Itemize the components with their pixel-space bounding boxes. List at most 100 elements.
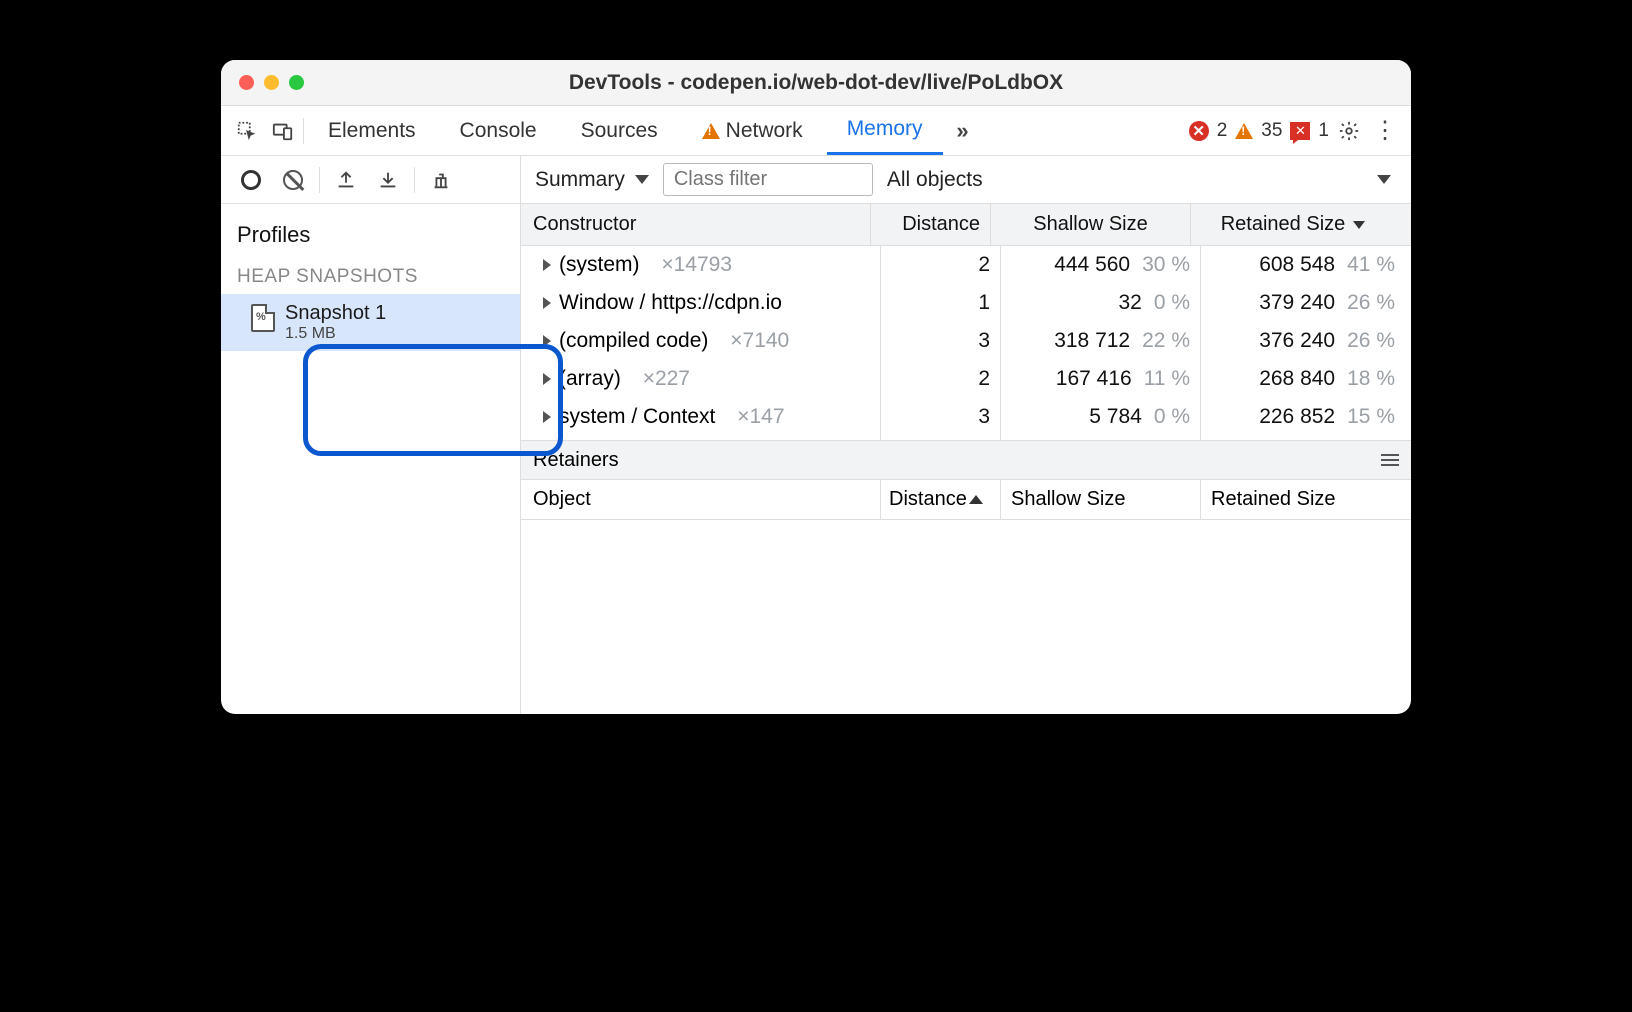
sort-desc-icon (1353, 221, 1365, 229)
chevron-down-icon[interactable] (1377, 175, 1391, 184)
expand-icon[interactable] (543, 297, 551, 309)
device-toggle-icon[interactable] (267, 115, 299, 147)
tab-console[interactable]: Console (440, 106, 557, 155)
warning-icon (1235, 123, 1253, 139)
shallow-pct: 0 % (1154, 405, 1190, 429)
tab-elements[interactable]: Elements (308, 106, 436, 155)
retainers-table-header: Object Distance Shallow Size Retained Si… (521, 480, 1411, 520)
main-tabbar: Elements Console Sources Network Memory … (221, 106, 1411, 156)
tab-label: Memory (847, 117, 923, 141)
tab-label: Console (460, 119, 537, 143)
upload-icon[interactable] (330, 164, 362, 196)
divider (414, 167, 415, 193)
col-retained-size[interactable]: Retained Size (1191, 204, 1401, 245)
toolbar-left-group (221, 156, 521, 203)
retained-pct: 15 % (1347, 405, 1395, 429)
instance-count: ×7140 (730, 329, 789, 353)
rcol-shallow[interactable]: Shallow Size (1001, 480, 1201, 519)
table-row[interactable]: Window / https://cdpn.io1320 %379 24026 … (521, 284, 1411, 322)
heap-snapshots-label: HEAP SNAPSHOTS (221, 256, 520, 294)
expand-icon[interactable] (543, 373, 551, 385)
distance-value: 1 (978, 291, 990, 315)
content-area: Profiles HEAP SNAPSHOTS Snapshot 1 1.5 M… (221, 204, 1411, 714)
retainers-empty-body (521, 520, 1411, 714)
table-row[interactable]: (array) ×2272167 41611 %268 84018 % (521, 360, 1411, 398)
rcol-object[interactable]: Object (521, 480, 881, 519)
instance-count: ×227 (643, 367, 690, 391)
distance-value: 3 (978, 405, 990, 429)
constructor-name: Window / https://cdpn.io (559, 291, 782, 315)
memory-toolbar: Summary All objects (221, 156, 1411, 204)
retainers-label: Retainers (533, 449, 619, 472)
tab-label: Elements (328, 119, 416, 143)
kebab-menu-icon[interactable]: ⋮ (1369, 115, 1401, 147)
settings-gear-icon[interactable] (1333, 115, 1365, 147)
status-counters[interactable]: ✕ 2 35 ✕ 1 (1189, 120, 1329, 142)
window-title: DevTools - codepen.io/web-dot-dev/live/P… (221, 71, 1411, 95)
chevron-down-icon (635, 175, 649, 184)
toolbar-right-group: Summary All objects (521, 156, 1411, 203)
objects-scope-select[interactable]: All objects (887, 168, 983, 192)
table-row[interactable]: system / Context ×14735 7840 %226 85215 … (521, 398, 1411, 436)
table-row[interactable]: (system) ×147932444 56030 %608 54841 % (521, 246, 1411, 284)
snapshot-item[interactable]: Snapshot 1 1.5 MB (221, 294, 520, 351)
distance-value: 2 (978, 253, 990, 277)
shallow-value: 167 416 (1056, 367, 1132, 391)
instance-count: ×147 (737, 405, 784, 429)
constructor-name: (compiled code) (559, 329, 708, 353)
garbage-collect-icon[interactable] (425, 164, 457, 196)
view-mode-select[interactable]: Summary (535, 168, 649, 192)
tab-memory[interactable]: Memory (827, 106, 943, 155)
zoom-window-icon[interactable] (289, 75, 304, 90)
retained-value: 268 840 (1259, 367, 1335, 391)
snapshot-file-icon (251, 304, 275, 332)
col-constructor[interactable]: Constructor (521, 204, 871, 245)
clear-icon[interactable] (277, 164, 309, 196)
shallow-value: 318 712 (1054, 329, 1130, 353)
rcol-retained[interactable]: Retained Size (1201, 480, 1411, 519)
constructors-table-body[interactable]: (system) ×147932444 56030 %608 54841 %Wi… (521, 246, 1411, 440)
issues-icon: ✕ (1290, 122, 1310, 140)
snapshot-texts: Snapshot 1 1.5 MB (285, 302, 386, 343)
warning-icon (702, 123, 720, 139)
tab-network[interactable]: Network (682, 106, 823, 155)
issues-count: 1 (1318, 120, 1329, 142)
main-panel: Constructor Distance Shallow Size Retain… (521, 204, 1411, 714)
col-shallow-size[interactable]: Shallow Size (991, 204, 1191, 245)
devtools-window: DevTools - codepen.io/web-dot-dev/live/P… (221, 60, 1411, 714)
error-icon: ✕ (1189, 121, 1209, 141)
retained-pct: 18 % (1347, 367, 1395, 391)
more-tabs-icon[interactable]: » (947, 115, 979, 147)
retained-value: 376 240 (1259, 329, 1335, 353)
titlebar: DevTools - codepen.io/web-dot-dev/live/P… (221, 60, 1411, 106)
shallow-pct: 0 % (1154, 291, 1190, 315)
class-filter-input[interactable] (663, 163, 873, 196)
divider (303, 118, 304, 144)
close-window-icon[interactable] (239, 75, 254, 90)
constructor-name: (array) (559, 367, 621, 391)
view-mode-label: Summary (535, 168, 625, 192)
profiles-sidebar: Profiles HEAP SNAPSHOTS Snapshot 1 1.5 M… (221, 204, 521, 714)
expand-icon[interactable] (543, 259, 551, 271)
tab-sources[interactable]: Sources (561, 106, 678, 155)
minimize-window-icon[interactable] (264, 75, 279, 90)
col-distance[interactable]: Distance (871, 204, 991, 245)
expand-icon[interactable] (543, 411, 551, 423)
retained-value: 608 548 (1259, 253, 1335, 277)
download-icon[interactable] (372, 164, 404, 196)
warning-count: 35 (1261, 120, 1282, 142)
shallow-pct: 22 % (1142, 329, 1190, 353)
record-icon[interactable] (235, 164, 267, 196)
inspect-element-icon[interactable] (231, 115, 263, 147)
retainers-header-bar: Retainers (521, 440, 1411, 480)
constructors-table-header: Constructor Distance Shallow Size Retain… (521, 204, 1411, 246)
tab-label: Sources (581, 119, 658, 143)
expand-icon[interactable] (543, 335, 551, 347)
rcol-distance[interactable]: Distance (881, 480, 1001, 519)
window-controls (239, 75, 304, 90)
retainers-menu-icon[interactable] (1381, 454, 1399, 466)
table-row[interactable]: (compiled code) ×71403318 71222 %376 240… (521, 322, 1411, 360)
error-count: 2 (1217, 120, 1228, 142)
shallow-pct: 11 % (1144, 367, 1190, 391)
shallow-pct: 30 % (1142, 253, 1190, 277)
